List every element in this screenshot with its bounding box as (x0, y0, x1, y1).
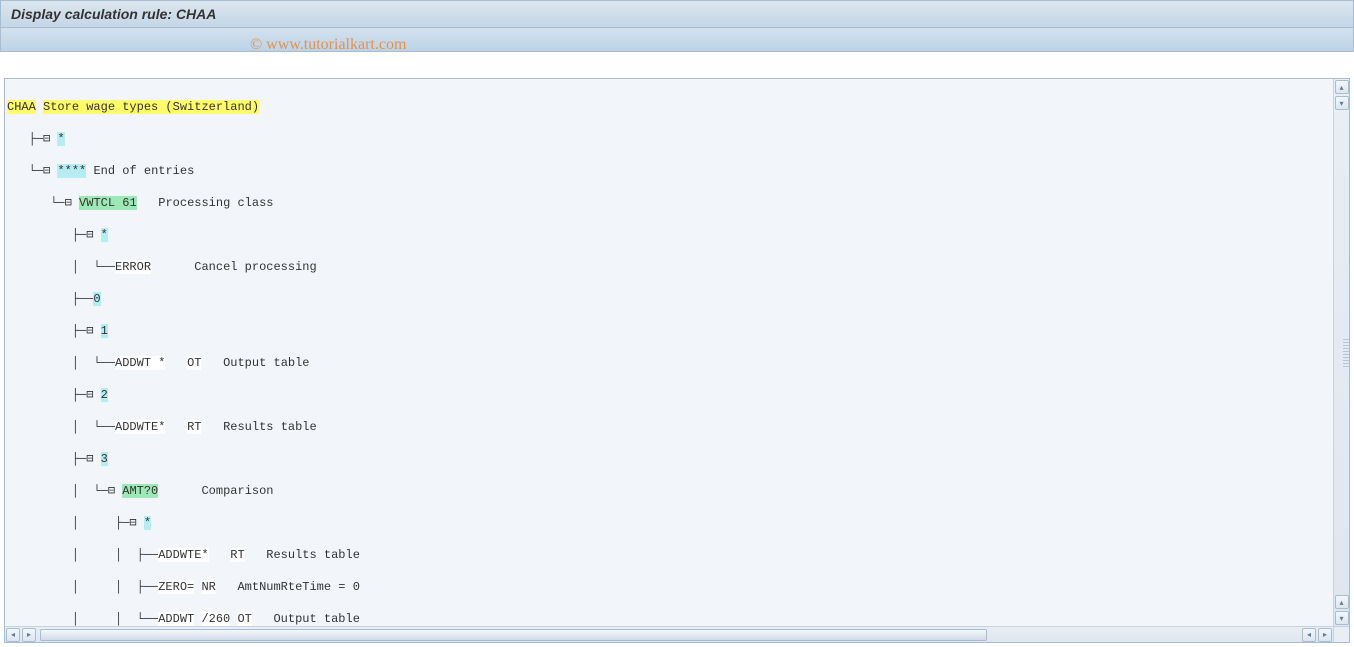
node-val: 3 (101, 452, 108, 466)
op: ADDWT (158, 612, 194, 626)
tree-row[interactable]: │ │ ├──ADDWTE* RT Results table (7, 547, 1349, 563)
op-desc: Results table (266, 548, 360, 562)
node-code: AMT?0 (122, 484, 158, 498)
content-area: CHAA Store wage types (Switzerland) ├─⊟ … (4, 78, 1350, 643)
tbl: OT (237, 612, 251, 626)
scroll-left-icon[interactable]: ◂ (1302, 628, 1316, 642)
p2: /260 (201, 612, 230, 626)
title-bar: Display calculation rule: CHAA (0, 0, 1354, 28)
op: ERROR (115, 260, 151, 274)
root-code: CHAA (7, 100, 36, 114)
scroll-down-icon[interactable]: ▾ (1335, 96, 1349, 110)
node-val: 0 (93, 292, 100, 306)
scroll-track[interactable] (38, 628, 1300, 642)
node-val: 2 (101, 388, 108, 402)
tree-row[interactable]: ├─⊟ 3 (7, 451, 1349, 467)
tree-row[interactable]: ├─⊟ * (7, 227, 1349, 243)
tree-row[interactable]: ├─⊟ 1 (7, 323, 1349, 339)
tree-row[interactable]: ├──0 (7, 291, 1349, 307)
op: ZERO= (158, 580, 194, 594)
tree-row[interactable]: └─⊟ VWTCL 61 Processing class (7, 195, 1349, 211)
scroll-right-icon[interactable]: ▸ (22, 628, 36, 642)
op-desc: AmtNumRteTime = 0 (237, 580, 359, 594)
op: ADDWT * (115, 356, 165, 370)
scroll-up-icon[interactable]: ▴ (1335, 80, 1349, 94)
tree-row[interactable]: └─⊟ **** End of entries (7, 163, 1349, 179)
rule-tree: CHAA Store wage types (Switzerland) ├─⊟ … (5, 79, 1349, 643)
op-desc: Results table (223, 420, 317, 434)
node-val: 1 (101, 324, 108, 338)
tree-row[interactable]: │ └──ADDWTE* RT Results table (7, 419, 1349, 435)
tree-row[interactable]: CHAA Store wage types (Switzerland) (7, 99, 1349, 115)
node-code: **** (57, 164, 86, 178)
node-star: * (144, 516, 151, 530)
node-desc: Processing class (158, 196, 273, 210)
tree-row[interactable]: ├─⊟ * (7, 131, 1349, 147)
op: ADDWTE* (115, 420, 165, 434)
node-desc: Comparison (201, 484, 273, 498)
scroll-thumb[interactable] (40, 629, 987, 641)
scroll-down-icon[interactable]: ▾ (1335, 611, 1349, 625)
tree-row[interactable]: │ │ ├──ZERO= NR AmtNumRteTime = 0 (7, 579, 1349, 595)
op-desc: Output table (273, 612, 359, 626)
scrollbar-horizontal[interactable]: ◂ ▸ ◂ ▸ (5, 626, 1333, 642)
scroll-up-icon[interactable]: ▴ (1335, 595, 1349, 609)
node-star: * (101, 228, 108, 242)
scrollbar-corner (1333, 626, 1349, 642)
toolbar (0, 28, 1354, 52)
tree-row[interactable]: │ └──ADDWT * OT Output table (7, 355, 1349, 371)
tree-row[interactable]: │ └──ERROR Cancel processing (7, 259, 1349, 275)
tbl: OT (187, 356, 201, 370)
root-desc: Store wage types (Switzerland) (43, 100, 259, 114)
tree-row[interactable]: ├─⊟ 2 (7, 387, 1349, 403)
node-desc: End of entries (93, 164, 194, 178)
op-desc: Cancel processing (194, 260, 316, 274)
scrollbar-vertical[interactable]: ▴ ▾ ▴ ▾ (1333, 79, 1349, 626)
p2: NR (201, 580, 215, 594)
tree-row[interactable]: │ ├─⊟ * (7, 515, 1349, 531)
grip-icon (1343, 339, 1349, 367)
op-desc: Output table (223, 356, 309, 370)
node-code: VWTCL 61 (79, 196, 137, 210)
scroll-left-icon[interactable]: ◂ (6, 628, 20, 642)
tree-row[interactable]: │ │ └──ADDWT /260 OT Output table (7, 611, 1349, 627)
node-star: * (57, 132, 64, 146)
tbl: RT (187, 420, 201, 434)
tbl: RT (230, 548, 244, 562)
tree-row[interactable]: │ └─⊟ AMT?0 Comparison (7, 483, 1349, 499)
scroll-right-icon[interactable]: ▸ (1318, 628, 1332, 642)
op: ADDWTE* (158, 548, 208, 562)
page-title: Display calculation rule: CHAA (11, 6, 216, 22)
